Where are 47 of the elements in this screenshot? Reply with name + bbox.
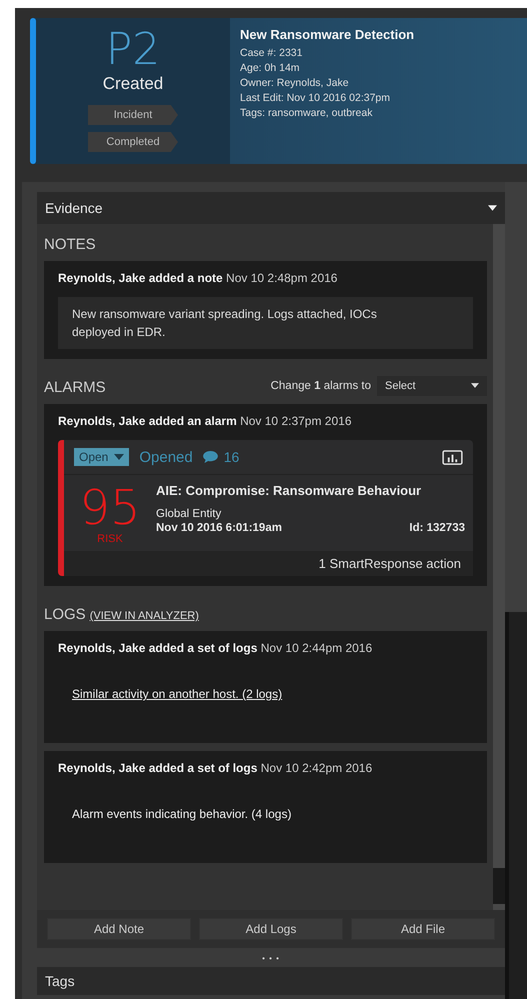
section-heading: LOGS	[44, 605, 86, 625]
comment-count: 16	[224, 449, 240, 465]
case-detail: Last Edit: Nov 10 2016 02:37pm	[240, 91, 392, 106]
case-detail: Owner: Reynolds, Jake	[240, 76, 350, 91]
add-button[interactable]: Add Logs	[199, 918, 343, 940]
case-title: New Ransomware Detection	[240, 27, 414, 42]
priority: P2	[106, 28, 160, 72]
tags-header[interactable]: Tags	[37, 967, 505, 995]
alarm-name: AIE: Compromise: Ransomware Behaviour	[156, 483, 422, 499]
entry-header: Reynolds, Jake added an alarm Nov 10 2:37pm 2016	[58, 414, 352, 428]
status-dropdown[interactable]: Open	[74, 448, 130, 466]
resize-handle[interactable]: • • •	[37, 948, 505, 967]
log-description: Alarm events indicating behavior. (4 logs)	[72, 807, 292, 821]
scrollbar-thumb[interactable]	[493, 868, 505, 904]
add-button[interactable]: Add Note	[47, 918, 191, 940]
add-button[interactable]: Add File	[351, 918, 495, 940]
case-detail: Case #: 2331	[240, 46, 304, 61]
risk-label: RISK	[96, 533, 124, 545]
risk-score: 95	[78, 483, 142, 533]
stage-tag: Completed	[88, 132, 178, 152]
evidence-header[interactable]: Evidence	[37, 192, 505, 224]
alarm-date: Nov 10 2016 6:01:19am	[156, 521, 282, 535]
change-label: Change 1 alarms to	[270, 380, 371, 392]
case-detail: Age: 0h 14m	[240, 61, 301, 76]
entry-header: Reynolds, Jake added a set of logs Nov 10 2:44pm 2016	[58, 641, 374, 655]
note-text: New ransomware variant spreading. Logs attached, IOCs deployed in EDR.	[58, 297, 473, 349]
case-status: Created	[102, 74, 164, 94]
entry-header: Reynolds, Jake added a set of logs Nov 10 2:42pm 2016	[58, 761, 374, 775]
caret-icon	[471, 383, 479, 388]
section-heading: NOTES	[44, 235, 97, 255]
chart-icon[interactable]	[442, 450, 463, 464]
entry-header: Reynolds, Jake added a note Nov 10 2:48pm 2016	[58, 271, 338, 285]
panel-title: Evidence	[45, 200, 103, 216]
alarm-id: Id: 132733	[409, 521, 465, 535]
panel-title: Tags	[45, 973, 75, 989]
caret-icon	[114, 454, 124, 460]
log-link[interactable]: Similar activity on another host. (2 logs)	[72, 687, 282, 701]
case-detail: Tags: ransomware, outbreak	[240, 106, 374, 121]
alarm-entity: Global Entity	[156, 507, 222, 521]
caret-icon	[488, 205, 497, 211]
analyzer-link[interactable]: (VIEW IN ANALYZER)	[90, 610, 199, 622]
smartresponse-count: 1 SmartResponse action	[318, 556, 461, 571]
stage-tag: Incident	[88, 105, 178, 125]
comment-icon[interactable]	[202, 451, 218, 463]
select-dropdown[interactable]: Select	[377, 376, 487, 396]
alarm-state: Opened	[139, 448, 193, 466]
section-heading: ALARMS	[44, 378, 107, 398]
